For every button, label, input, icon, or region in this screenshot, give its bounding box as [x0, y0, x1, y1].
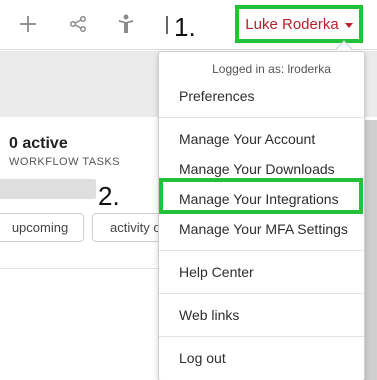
- step-marker-2: 2.: [98, 181, 120, 211]
- progress-bar: [0, 179, 96, 199]
- user-name: Luke Roderka: [245, 15, 339, 33]
- person-icon[interactable]: [112, 10, 140, 38]
- scrollbar[interactable]: [364, 120, 377, 380]
- divider: [0, 268, 160, 269]
- menu-item-manage-integrations[interactable]: Manage Your Integrations: [159, 185, 364, 213]
- upcoming-button[interactable]: upcoming: [0, 213, 84, 242]
- menu-divider: [159, 117, 364, 118]
- user-menu-button[interactable]: Luke Roderka: [235, 5, 363, 43]
- user-dropdown-menu: Logged in as: lroderka Preferences Manag…: [158, 51, 365, 380]
- workflow-tasks-label: WORKFLOW TASKS: [9, 156, 121, 168]
- menu-item-preferences[interactable]: Preferences: [159, 82, 364, 110]
- menu-divider: [159, 336, 364, 337]
- logged-in-label: Logged in as: lroderka: [212, 62, 331, 76]
- menu-divider: [159, 250, 364, 251]
- toolbar-separator: [166, 16, 168, 34]
- step-marker-1: 1.: [174, 12, 196, 42]
- caret-down-icon: [344, 22, 353, 28]
- menu-item-web-links[interactable]: Web links: [159, 301, 364, 329]
- menu-item-log-out[interactable]: Log out: [159, 344, 364, 372]
- menu-item-manage-mfa[interactable]: Manage Your MFA Settings: [159, 215, 364, 243]
- active-count: 0 active: [9, 135, 68, 152]
- plus-icon[interactable]: [14, 10, 42, 38]
- menu-divider: [159, 293, 364, 294]
- menu-item-help-center[interactable]: Help Center: [159, 258, 364, 286]
- menu-item-manage-account[interactable]: Manage Your Account: [159, 125, 364, 153]
- share-icon[interactable]: [64, 10, 92, 38]
